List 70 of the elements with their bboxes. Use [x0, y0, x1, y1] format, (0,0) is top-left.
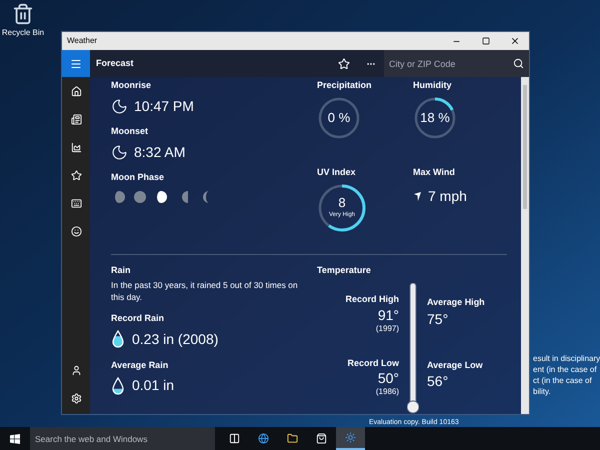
gauge-label: UV Index	[317, 166, 357, 180]
desktop-notice-text: bility.	[533, 386, 552, 397]
smile-icon	[70, 226, 82, 236]
rain-stat-label: Record Rain	[111, 312, 166, 325]
moon-time-value: 10:47 PM	[134, 96, 194, 116]
gauge-value: 18 %	[420, 108, 450, 127]
windows-logo-icon	[10, 434, 20, 444]
desktop-notice-text: esult in disciplinary	[533, 353, 600, 364]
settings-icon	[70, 392, 82, 404]
recycle-bin-icon[interactable]	[12, 3, 34, 25]
rain-stat-value: 0.01 in	[132, 376, 174, 395]
search-icon	[512, 58, 524, 69]
gauge-ring	[318, 96, 360, 138]
chart-icon	[70, 142, 82, 152]
temperature-label: Average Low	[427, 358, 484, 372]
temperature-year: (1986)	[376, 386, 399, 398]
close-icon	[510, 36, 520, 46]
temperature-label: Record High	[345, 293, 399, 306]
temperature-year: (1997)	[376, 322, 399, 334]
temperature-value: 91°	[378, 306, 399, 322]
wind-value: 7 mph	[428, 186, 467, 206]
temperature-value: 75°	[427, 310, 450, 328]
gauge-value: 0 %	[328, 108, 350, 127]
moon-time-label: Moonset	[111, 125, 149, 138]
raindrop-icon	[112, 330, 124, 348]
menu-icon	[70, 58, 82, 70]
search-field[interactable]: City or ZIP Code	[384, 50, 507, 77]
task-view-icon	[229, 433, 240, 444]
news-icon	[70, 114, 82, 124]
moon-icon	[111, 98, 128, 114]
menu-button[interactable]	[62, 50, 90, 77]
gauge-label: Precipitation	[317, 79, 373, 92]
temperature-value: 56°	[427, 372, 450, 390]
gauge-ring	[414, 96, 456, 138]
moon-icon	[111, 144, 128, 160]
raindrop-icon	[112, 376, 124, 394]
keyboard-icon	[70, 198, 82, 208]
home-icon	[70, 86, 82, 96]
rain-stat-label: Average Rain	[111, 358, 170, 372]
user-icon	[70, 364, 82, 376]
maximize-icon	[482, 37, 490, 45]
wind-direction-icon	[414, 192, 421, 201]
desktop-notice-text: ct (in the case of	[533, 375, 593, 386]
rain-stat-value: 0.23 in (2008)	[132, 330, 218, 349]
temperature-label: Record Low	[347, 356, 399, 370]
window-title: Weather	[67, 35, 98, 47]
temperature-value: 50°	[378, 370, 399, 386]
scrollbar[interactable]	[521, 77, 529, 414]
moon-time-value: 8:32 AM	[134, 142, 186, 162]
folder-icon	[287, 433, 298, 444]
page-title: Forecast	[96, 56, 135, 70]
desktop-notice-text: ent (in the case of	[533, 364, 598, 375]
gauge-value: 8	[338, 196, 346, 209]
moon-phase-label: Moon Phase	[111, 171, 166, 184]
temperature-title: Temperature	[317, 264, 372, 277]
rain-description: In the past 30 years, it rained 5 out of 30 times on this day.	[111, 279, 299, 303]
star-icon	[70, 170, 82, 180]
search-button[interactable]	[507, 50, 529, 77]
rain-title: Rain	[111, 264, 132, 276]
gauge-label: Max Wind	[413, 166, 456, 180]
bag-icon	[316, 433, 327, 444]
star-icon	[338, 58, 350, 70]
gauge-ring	[318, 184, 366, 232]
taskbar-search-field[interactable]: Search the web and Windows	[30, 427, 215, 450]
temperature-label: Average High	[427, 296, 485, 309]
moon-time-label: Moonrise	[111, 79, 152, 92]
globe-icon	[258, 433, 269, 444]
desktop-icon-label[interactable]: Recycle Bin	[2, 27, 44, 39]
sun-icon	[345, 432, 356, 443]
gauge-label: Humidity	[413, 79, 453, 92]
